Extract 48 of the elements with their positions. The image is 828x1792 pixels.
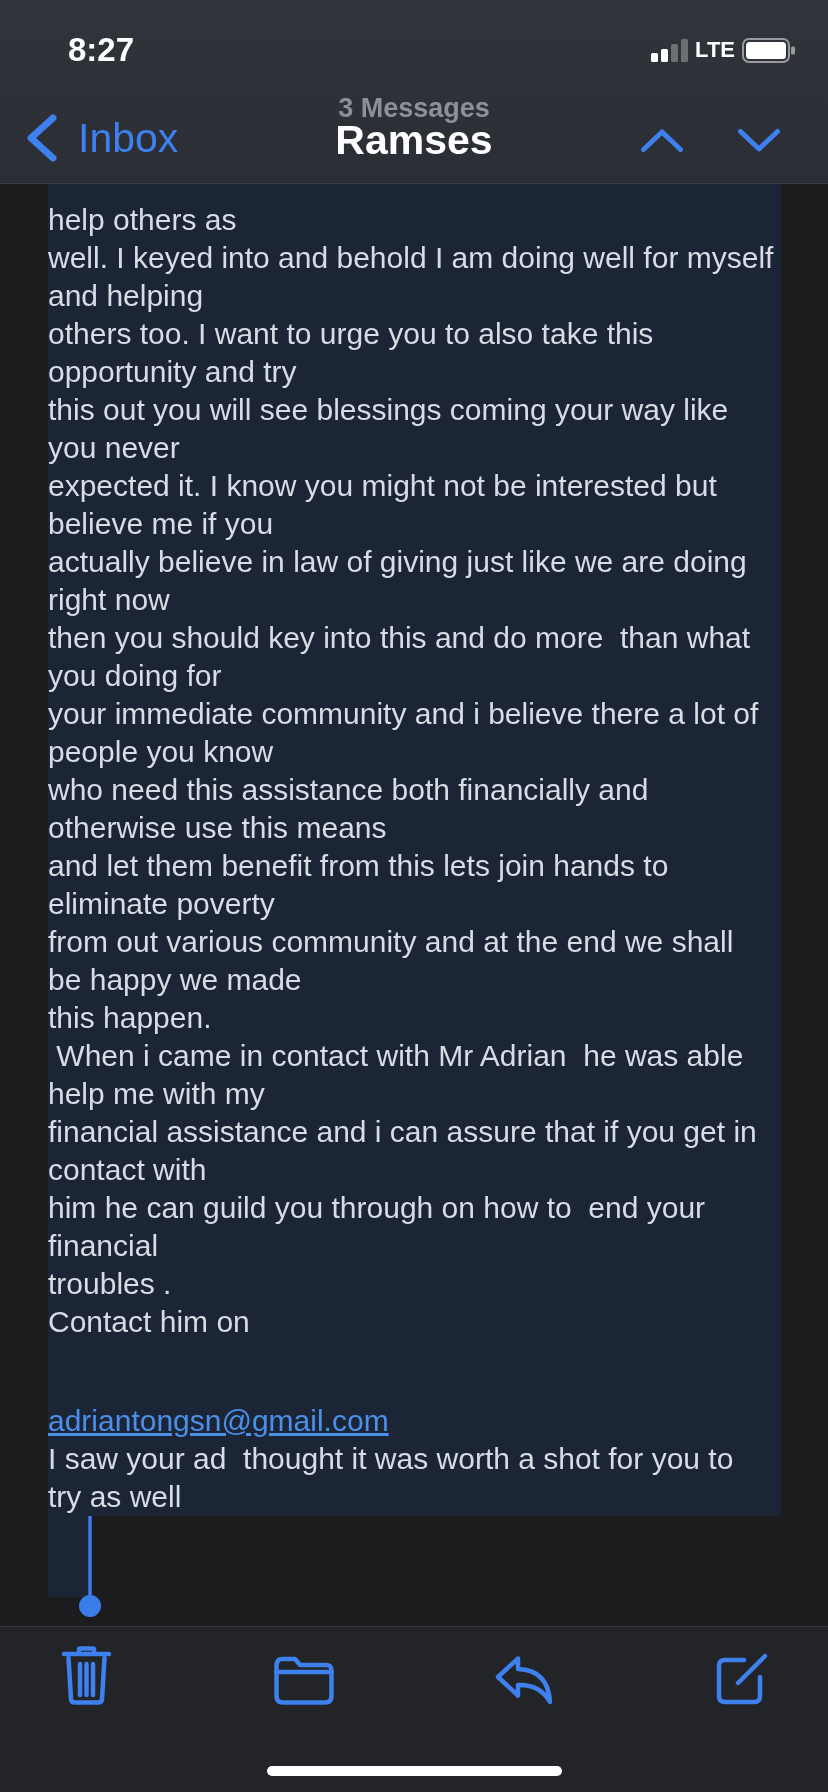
message-text: troubles . (48, 1266, 172, 1302)
message-text: try as well (48, 1479, 182, 1515)
message-count: 3 Messages (338, 95, 490, 121)
selection-handle[interactable] (78, 1516, 102, 1618)
back-button[interactable]: Inbox (26, 113, 179, 162)
message-text: expected it. I know you might not be interested but (48, 468, 717, 504)
message-text: from out various community and at the end we shall (48, 924, 734, 960)
message-text: otherwise use this means (48, 810, 387, 846)
sender-title: Ramses (335, 121, 493, 159)
email-link[interactable]: adriantongsn@gmail.com (48, 1402, 389, 1440)
message-text: financial (48, 1228, 159, 1264)
message-text: then you should key into this and do more than what (48, 620, 751, 656)
message-text: believe me if you (48, 506, 274, 542)
trash-icon[interactable] (61, 1646, 112, 1705)
message-text: eliminate poverty (48, 886, 275, 922)
chevron-down-icon[interactable] (737, 127, 781, 153)
message-text: and let them benefit from this lets join hands to (48, 848, 669, 884)
message-text: and helping (48, 278, 204, 314)
message-text: you doing for (48, 658, 222, 694)
compose-icon[interactable] (714, 1651, 770, 1705)
network-label: LTE (695, 37, 735, 63)
message-text: you never (48, 430, 180, 466)
chevron-left-icon (26, 113, 57, 162)
message-text: When i came in contact with Mr Adrian he was able (55, 1038, 744, 1074)
message-text: people you know (48, 734, 274, 770)
status-time: 8:27 (68, 30, 135, 70)
message-text: others too. I want to urge you to also take this (48, 316, 654, 352)
message-text: Contact him on (48, 1304, 250, 1340)
message-text: him he can guild you through on how to end your (48, 1190, 706, 1226)
message-text: this happen. (48, 1000, 212, 1036)
battery-icon (742, 37, 795, 63)
message-text: who need this assistance both financially and (48, 772, 649, 808)
message-text: financial assistance and i can assure that if you get in (48, 1114, 757, 1150)
chevron-up-icon[interactable] (640, 127, 684, 153)
message-text: opportunity and try (48, 354, 297, 390)
message-text: this out you will see blessings coming your way like (48, 392, 729, 428)
message-text: well. I keyed into and behold I am doing well for myself (48, 240, 774, 276)
message-text: be happy we made (48, 962, 302, 998)
message-text: your immediate community and i believe there a lot of (48, 696, 759, 732)
folder-icon[interactable] (273, 1656, 334, 1705)
message-text: help me with my (48, 1076, 265, 1112)
message-text: actually believe in law of giving just like we are doing (48, 544, 747, 580)
signal-icon (651, 38, 689, 62)
message-text: help others as (48, 202, 237, 238)
message-text: contact with (48, 1152, 207, 1188)
message-text: I saw your ad thought it was worth a shot for you to (48, 1441, 734, 1477)
reply-icon[interactable] (495, 1655, 554, 1705)
message-text: right now (48, 582, 170, 618)
